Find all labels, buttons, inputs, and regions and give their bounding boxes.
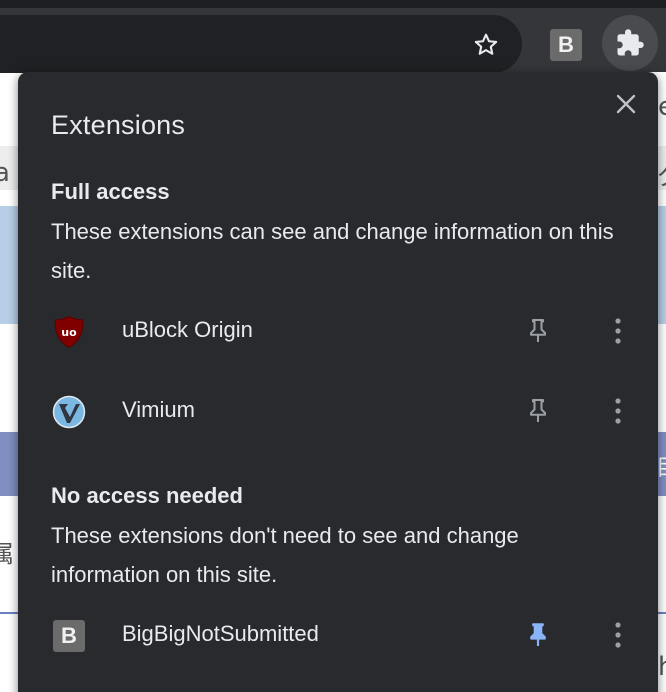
puzzle-icon xyxy=(617,29,644,56)
bigbig-icon-letter: B xyxy=(53,620,85,652)
page-bg-text: e xyxy=(658,92,666,122)
browser-window: a 属 e ク 目 h B Extensions Full access The… xyxy=(0,0,666,692)
page-bg-band xyxy=(0,432,18,496)
pin-filled-icon xyxy=(530,623,546,646)
page-bg-text: a xyxy=(0,158,10,188)
bookmark-star-button[interactable] xyxy=(466,25,506,65)
extension-b-letter: B xyxy=(558,32,574,57)
more-vert-icon xyxy=(615,398,621,424)
extension-name: Vimium xyxy=(122,397,195,422)
page-bg-banner-right xyxy=(658,206,666,324)
close-icon xyxy=(616,94,636,114)
more-options-button[interactable] xyxy=(604,313,632,349)
page-bg-banner xyxy=(0,206,18,324)
extensions-popup: Extensions Full access These extensions … xyxy=(18,72,658,692)
pin-icon xyxy=(530,399,546,422)
extension-name: BigBigNotSubmitted xyxy=(122,621,319,646)
section-description-no-access: These extensions don't need to see and c… xyxy=(51,523,519,587)
pin-button[interactable] xyxy=(522,313,554,349)
page-bg-text: 属 xyxy=(0,540,14,568)
popup-title: Extensions xyxy=(51,110,186,140)
section-heading-no-access: No access needed xyxy=(51,483,243,508)
extension-row-bigbignotsubmitted[interactable]: B BigBigNotSubmitted xyxy=(18,605,658,665)
page-bg-rule xyxy=(0,612,18,614)
pin-button[interactable] xyxy=(522,617,554,653)
more-options-button[interactable] xyxy=(604,393,632,429)
more-options-button[interactable] xyxy=(604,617,632,653)
extension-name: uBlock Origin xyxy=(122,317,253,342)
pin-button[interactable] xyxy=(522,393,554,429)
svg-text:uo: uo xyxy=(61,326,77,339)
tab-strip xyxy=(0,0,666,8)
close-button[interactable] xyxy=(610,88,642,120)
more-vert-icon xyxy=(615,622,621,648)
bigbig-icon: B xyxy=(52,619,86,653)
section-heading-full-access: Full access xyxy=(51,179,170,204)
page-bg-rule-right xyxy=(658,612,666,614)
pin-icon xyxy=(530,319,546,342)
more-vert-icon xyxy=(615,318,621,344)
extensions-menu-button[interactable] xyxy=(602,15,658,71)
extension-b-icon[interactable]: B xyxy=(550,29,582,61)
extension-row-ublock-origin[interactable]: uo uBlock Origin xyxy=(18,301,658,361)
section-description-full-access: These extensions can see and change info… xyxy=(51,219,614,283)
star-icon xyxy=(474,33,498,55)
address-bar[interactable] xyxy=(0,15,522,73)
page-bg-text: h xyxy=(658,652,666,682)
extension-row-vimium[interactable]: Vimium xyxy=(18,381,658,441)
ublock-origin-icon: uo xyxy=(52,315,86,349)
vimium-icon xyxy=(52,395,86,429)
